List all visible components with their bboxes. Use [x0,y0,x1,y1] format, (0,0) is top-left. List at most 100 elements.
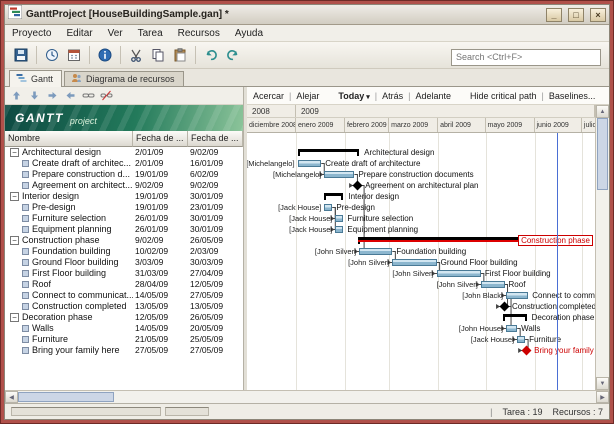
task-leaf-icon [22,171,29,178]
paste-icon[interactable] [169,44,191,66]
chart-control-hide-critical-path[interactable]: Hide critical path [470,91,537,101]
menu-item-recursos[interactable]: Recursos [178,28,220,39]
gantt-task-bar[interactable] [506,292,529,299]
chart-control-acercar[interactable]: Acercar [253,91,284,101]
task-row[interactable]: Prepare construction d... 19/01/09 6/02/09 [5,169,243,180]
gantt-task-bar[interactable] [436,270,481,277]
scroll-down-button[interactable]: ▼ [596,377,609,390]
chart-control-baselines[interactable]: Baselines... [549,91,596,101]
gantt-task-bar[interactable] [335,226,344,233]
gantt-task-bar[interactable] [335,215,344,222]
gantt-summary-bar[interactable] [324,193,344,200]
task-row[interactable]: Roof 28/04/09 12/05/09 [5,279,243,290]
tab-diagrama-de-recursos[interactable]: Diagrama de recursos [64,71,184,86]
task-label: Roof [508,280,526,289]
task-row[interactable]: Connect to communicat... 14/05/09 27/05/09 [5,290,243,301]
save-icon[interactable] [10,44,32,66]
vertical-scrollbar[interactable]: ▲ ▼ [595,105,609,390]
column-header-nombre-0[interactable]: Nombre [5,131,133,147]
tree-expander-icon[interactable]: − [10,313,19,322]
gantt-task-bar[interactable] [324,171,355,178]
chart-control-alejar[interactable]: Alejar [296,91,319,101]
task-name-cell: Foundation building [5,246,133,257]
task-row[interactable]: − Construction phase 9/02/09 26/05/09 [5,235,243,246]
task-end-date: 27/05/09 [190,290,224,300]
task-row[interactable]: Furniture selection 26/01/09 30/01/09 [5,213,243,224]
column-header-fecha-de-1[interactable]: Fecha de ... [133,131,188,147]
info-icon[interactable] [94,44,116,66]
menu-item-editar[interactable]: Editar [66,28,92,39]
gantt-task-bar[interactable] [297,160,322,167]
calendar-icon[interactable] [63,44,85,66]
menu-item-tarea[interactable]: Tarea [138,28,163,39]
search-input[interactable] [451,48,601,66]
close-button[interactable]: × [590,7,606,22]
arrow-down-icon[interactable] [27,89,42,103]
unlink-tasks-icon[interactable] [99,89,114,103]
task-row[interactable]: Create draft of architec... 2/01/09 16/01/… [5,158,243,169]
arrow-up-icon[interactable] [9,89,24,103]
gantt-task-bar[interactable] [517,336,526,343]
gantt-task-bar[interactable] [324,204,333,211]
tree-expander-icon[interactable]: − [10,236,19,245]
redo-icon[interactable] [222,44,244,66]
chart-control-today[interactable]: Today ▾ [338,91,369,101]
task-row[interactable]: − Interior design 19/01/09 30/01/09 [5,191,243,202]
minimize-button[interactable]: _ [546,7,562,22]
gantt-summary-bar[interactable] [297,149,360,156]
task-row[interactable]: Pre-design 19/01/09 23/01/09 [5,202,243,213]
tab-gantt[interactable]: Gantt [9,70,63,87]
task-row[interactable]: Equipment planning 26/01/09 30/01/09 [5,224,243,235]
undo-icon[interactable] [200,44,222,66]
task-row[interactable]: Furniture 21/05/09 25/05/09 [5,334,243,345]
scroll-right-button[interactable]: ▶ [596,391,609,403]
maximize-button[interactable]: □ [568,7,584,22]
task-name-cell: Roof [5,279,133,290]
vertical-scroll-thumb[interactable] [597,118,608,190]
task-leaf-icon [22,160,29,167]
task-row[interactable]: − Decoration phase 12/05/09 26/05/09 [5,312,243,323]
resource-label: [John Silver] [436,280,478,289]
gantt-summary-bar[interactable] [502,314,527,321]
task-row[interactable]: Construction completed 13/05/09 13/05/09 [5,301,243,312]
clock-icon[interactable] [41,44,63,66]
horizontal-scroll-thumb[interactable] [18,392,114,402]
outdent-icon[interactable] [63,89,78,103]
cut-icon[interactable] [125,44,147,66]
vertical-scroll-track[interactable] [596,118,609,377]
gantt-task-bar[interactable] [392,259,437,266]
task-row[interactable]: Foundation building 10/02/09 2/03/09 [5,246,243,257]
scroll-up-button[interactable]: ▲ [596,105,609,118]
chart-control-adelante[interactable]: Adelante [415,91,451,101]
menu-item-proyecto[interactable]: Proyecto [12,28,51,39]
indent-icon[interactable] [45,89,60,103]
column-header-fecha-de-2[interactable]: Fecha de ... [188,131,243,147]
title-bar[interactable]: GanttProject [HouseBuildingSample.gan] *… [5,4,609,25]
gantt-task-bar[interactable] [359,248,393,255]
task-start-date: 27/05/09 [135,345,169,355]
menu-item-ver[interactable]: Ver [108,28,123,39]
horizontal-scrollbar[interactable]: ◀ ▶ [5,390,609,403]
today-marker-line [556,133,558,390]
gantt-task-bar[interactable] [480,281,505,288]
tree-expander-icon[interactable]: − [10,192,19,201]
task-row[interactable]: Agreement on architect... 9/02/09 9/02/09 [5,180,243,191]
gantt-task-bar[interactable] [506,325,518,332]
tree-expander-icon[interactable]: − [10,148,19,157]
horizontal-scroll-track[interactable] [18,391,596,403]
task-row[interactable]: − Architectural design 2/01/09 9/02/09 [5,147,243,158]
task-row[interactable]: Ground Floor building 3/03/09 30/03/09 [5,257,243,268]
task-row[interactable]: Bring your family here 27/05/09 27/05/09 [5,345,243,356]
scroll-left-button[interactable]: ◀ [5,391,18,403]
menu-item-ayuda[interactable]: Ayuda [235,28,263,39]
task-name-label: Architectural design [22,147,102,157]
task-row[interactable]: Walls 14/05/09 20/05/09 [5,323,243,334]
toolbar-separator [89,46,90,64]
chart-control-atr-s[interactable]: Atrás [382,91,403,101]
link-tasks-icon[interactable] [81,89,96,103]
copy-icon[interactable] [147,44,169,66]
task-start-date: 26/01/09 [135,224,169,234]
task-row[interactable]: First Floor building 31/03/09 27/04/09 [5,268,243,279]
